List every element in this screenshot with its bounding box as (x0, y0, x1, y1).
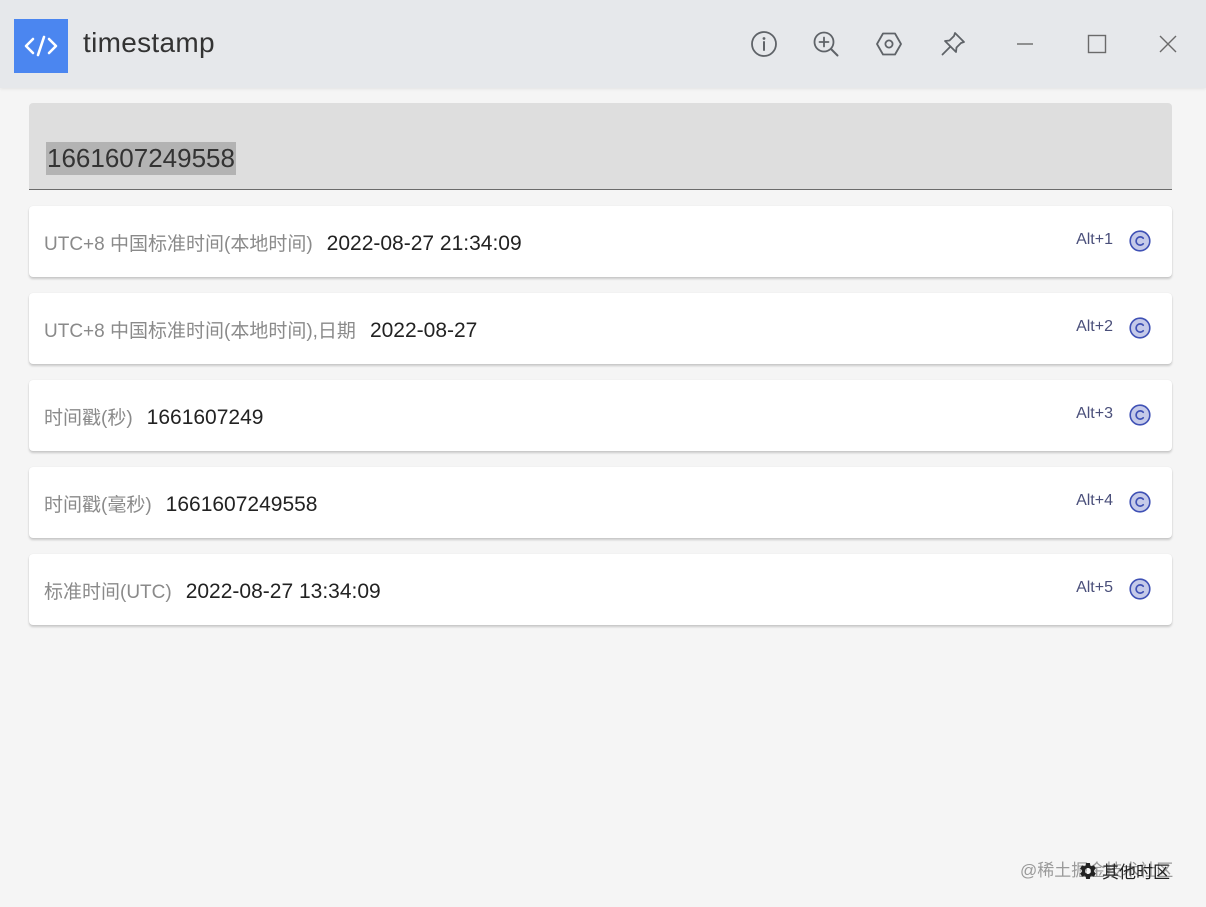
info-icon (751, 31, 777, 57)
result-value: 2022-08-27 (369, 319, 478, 342)
result-value: 1661607249 (146, 406, 264, 429)
shortcut-hint: Alt+3 (1076, 405, 1113, 422)
copy-icon[interactable] (1129, 317, 1151, 339)
result-value: 1661607249558 (165, 493, 318, 516)
maximize-button[interactable] (1079, 26, 1115, 62)
settings-button[interactable] (871, 26, 907, 62)
result-label: 标准时间(UTC) (44, 582, 172, 603)
result-row-local-date[interactable]: UTC+8 中国标准时间(本地时间),日期 2022-08-27 Alt+2 (29, 293, 1172, 364)
result-label: UTC+8 中国标准时间(本地时间) (44, 234, 313, 255)
other-timezones-label: 其他时区 (1102, 863, 1170, 882)
result-label: UTC+8 中国标准时间(本地时间),日期 (44, 321, 356, 342)
close-button[interactable] (1150, 26, 1186, 62)
copy-icon[interactable] (1129, 404, 1151, 426)
result-label: 时间戳(毫秒) (44, 495, 152, 516)
result-row-timestamp-seconds[interactable]: 时间戳(秒) 1661607249 Alt+3 (29, 380, 1172, 451)
result-value: 2022-08-27 21:34:09 (326, 232, 522, 255)
maximize-icon (1087, 34, 1107, 54)
pin-icon (941, 32, 965, 56)
copy-icon[interactable] (1129, 491, 1151, 513)
result-row-utc-datetime[interactable]: 标准时间(UTC) 2022-08-27 13:34:09 Alt+5 (29, 554, 1172, 625)
zoom-in-icon (813, 31, 839, 57)
close-icon (1159, 35, 1177, 53)
copy-icon[interactable] (1129, 230, 1151, 252)
copy-icon[interactable] (1129, 578, 1151, 600)
other-timezones-button[interactable]: 其他时区 (1078, 858, 1170, 883)
app-title: timestamp (83, 27, 215, 58)
shortcut-hint: Alt+4 (1076, 492, 1113, 509)
info-button[interactable] (746, 26, 782, 62)
result-row-timestamp-milliseconds[interactable]: 时间戳(毫秒) 1661607249558 Alt+4 (29, 467, 1172, 538)
result-row-local-datetime[interactable]: UTC+8 中国标准时间(本地时间) 2022-08-27 21:34:09 Al… (29, 206, 1172, 277)
zoom-button[interactable] (808, 26, 844, 62)
result-label: 时间戳(秒) (44, 408, 133, 429)
pin-button[interactable] (935, 26, 971, 62)
shortcut-hint: Alt+2 (1076, 318, 1113, 335)
input-text-selection: 1661607249558 (46, 142, 236, 175)
minimize-icon (1017, 43, 1033, 45)
shortcut-hint: Alt+5 (1076, 579, 1113, 596)
settings-hexagon-icon (876, 32, 902, 56)
code-brackets-icon (14, 19, 68, 73)
selected-text: 1661607249558 (47, 143, 235, 173)
shortcut-hint: Alt+1 (1076, 231, 1113, 248)
title-bar[interactable]: timestamp (0, 0, 1206, 88)
app-window: timestamp 1661607249558 UTC+8 中国标准时间(本地时… (0, 0, 1206, 907)
minimize-button[interactable] (1007, 26, 1043, 62)
timestamp-input-box[interactable]: 1661607249558 (29, 103, 1172, 190)
result-value: 2022-08-27 13:34:09 (185, 580, 381, 603)
gear-icon (1080, 862, 1096, 879)
